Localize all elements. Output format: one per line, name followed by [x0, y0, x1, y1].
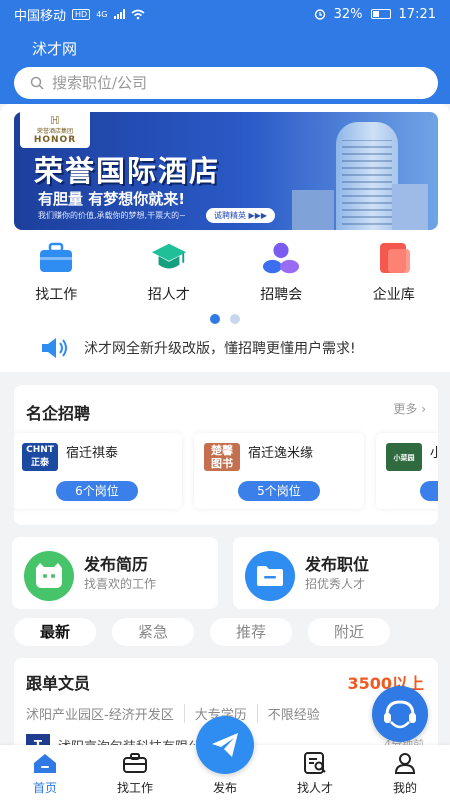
publish-fab[interactable]: [196, 716, 254, 774]
category-find-job[interactable]: 找工作: [0, 240, 113, 304]
publish-subtitle: 招优秀人才: [305, 577, 366, 591]
publish-resume-card[interactable]: 发布简历 找喜欢的工作: [12, 537, 218, 609]
briefcase-icon: [37, 240, 75, 276]
banner-logo-brand: HONOR: [33, 135, 77, 145]
status-bar: 中国移动 HD 4G 32% 17:21: [0, 0, 450, 28]
search-icon: [30, 76, 44, 90]
tab-label: 发布: [212, 781, 237, 795]
category-row: 找工作 招人才 招聘会 企业库: [0, 240, 450, 304]
home-icon: [32, 751, 58, 775]
wifi-icon: [130, 9, 145, 19]
job-title: 跟单文员: [26, 674, 91, 693]
headset-icon: [384, 700, 416, 729]
briefcase-icon: [122, 751, 148, 775]
graduation-cap-icon: [150, 240, 188, 276]
section-title: 名企招聘: [26, 404, 91, 423]
notice-bar[interactable]: 沭才网全新升级改版，懂招聘更懂用户需求!: [40, 337, 356, 359]
company-logo: 楚馨 图书: [204, 443, 240, 471]
signal-icon: [113, 9, 125, 19]
category-job-fair[interactable]: 招聘会: [225, 240, 338, 304]
category-label: 招聘会: [260, 287, 303, 303]
send-icon: [212, 733, 238, 757]
carrier-label: 中国移动: [14, 8, 67, 24]
filter-tabs: 最新 紧急 推荐 附近: [14, 618, 390, 646]
search-input[interactable]: [52, 74, 412, 92]
carousel-dots: [210, 314, 240, 324]
category-recruit[interactable]: 招人才: [113, 240, 226, 304]
tab-label: 我的: [392, 781, 417, 795]
tab-label: 找工作: [116, 781, 153, 795]
company-icon: [375, 240, 413, 276]
customer-service-button[interactable]: [372, 686, 428, 742]
job-meta: 沭阳产业园区-经济开发区 大专学历 不限经验: [26, 704, 320, 723]
tab-label: 首页: [32, 781, 57, 795]
job-location: 沭阳产业园区-经济开发区: [26, 708, 174, 723]
banner-tag: 诚聘精英 ▶▶▶: [206, 208, 275, 223]
folder-icon: [245, 551, 295, 601]
filter-nearby[interactable]: 附近: [308, 618, 390, 646]
publish-title: 发布简历: [84, 555, 149, 574]
people-icon: [262, 240, 300, 276]
hotel-logo-icon: ℍ: [50, 114, 60, 127]
app-title: 沭才网: [32, 40, 78, 58]
filter-recommended[interactable]: 推荐: [210, 618, 292, 646]
company-card[interactable]: CHNT 正泰 宿迁祺泰 6个岗位: [14, 433, 182, 509]
more-link[interactable]: 更多 ›: [393, 400, 426, 417]
building-image: [336, 122, 398, 230]
tab-mine[interactable]: 我的: [360, 745, 450, 800]
positions-badge[interactable]: 6个岗位: [56, 481, 138, 501]
hd-badge: HD: [72, 8, 91, 20]
alarm-icon: [314, 9, 325, 20]
tab-home[interactable]: 首页: [0, 745, 90, 800]
more-label: 更多: [393, 402, 418, 416]
category-label: 找工作: [35, 287, 78, 303]
speaker-icon: [42, 338, 67, 358]
category-label: 企业库: [372, 287, 415, 303]
positions-badge[interactable]: 5个岗位: [238, 481, 320, 501]
company-logo: CHNT 正泰: [22, 443, 58, 471]
network-label: 4G: [96, 9, 108, 19]
search-bar[interactable]: [14, 67, 438, 99]
filter-urgent[interactable]: 紧急: [112, 618, 194, 646]
notice-text: 沭才网全新升级改版，懂招聘更懂用户需求!: [84, 341, 356, 357]
battery-percent: 32%: [333, 6, 363, 22]
banner-headline: 荣誉国际酒店: [34, 154, 221, 188]
user-icon: [393, 751, 417, 775]
carousel-dot[interactable]: [230, 314, 240, 324]
carousel-dot-active[interactable]: [210, 314, 220, 324]
company-name: 小: [430, 446, 438, 461]
tab-find-job[interactable]: 找工作: [90, 745, 180, 800]
positions-badge[interactable]: 2: [420, 481, 438, 501]
famous-companies-section: 名企招聘 更多 › CHNT 正泰 宿迁祺泰 6个岗位 楚馨 图书 宿迁逸米缘 …: [14, 385, 438, 525]
tab-find-talent[interactable]: 找人才: [270, 745, 360, 800]
category-company-library[interactable]: 企业库: [338, 240, 450, 304]
company-card[interactable]: 楚馨 图书 宿迁逸米缘 5个岗位: [194, 433, 364, 509]
chevron-right-icon: ›: [421, 402, 426, 416]
company-logo: 小菜园: [386, 443, 422, 471]
building-image-3: [292, 190, 334, 230]
company-name: 宿迁祺泰: [66, 446, 119, 461]
tab-label: 找人才: [296, 781, 333, 795]
filter-latest[interactable]: 最新: [14, 618, 96, 646]
battery-icon: [370, 9, 391, 19]
publish-job-card[interactable]: 发布职位 招优秀人才: [233, 537, 439, 609]
building-image-2: [392, 184, 428, 230]
category-label: 招人才: [147, 287, 190, 303]
publish-subtitle: 找喜欢的工作: [84, 577, 157, 591]
publish-title: 发布职位: [305, 555, 370, 574]
clock: 17:21: [398, 6, 436, 22]
company-card[interactable]: 小菜园 小 2: [376, 433, 438, 509]
banner-small-text: 我们赚你的价值,承载你的梦想,干票大的~: [38, 211, 186, 220]
header: 沭才网: [0, 28, 450, 104]
banner-subline: 有胆量 有梦想你就来!: [38, 190, 186, 208]
banner-logo: ℍ 荣誉酒店集团 HONOR: [20, 112, 90, 148]
company-name: 宿迁逸米缘: [248, 446, 314, 461]
banner-carousel[interactable]: ℍ 荣誉酒店集团 HONOR 荣誉国际酒店 有胆量 有梦想你就来! 我们赚你的价…: [14, 112, 438, 230]
resume-face-icon: [24, 551, 74, 601]
resume-search-icon: [302, 751, 328, 775]
job-experience: 不限经验: [256, 704, 320, 723]
